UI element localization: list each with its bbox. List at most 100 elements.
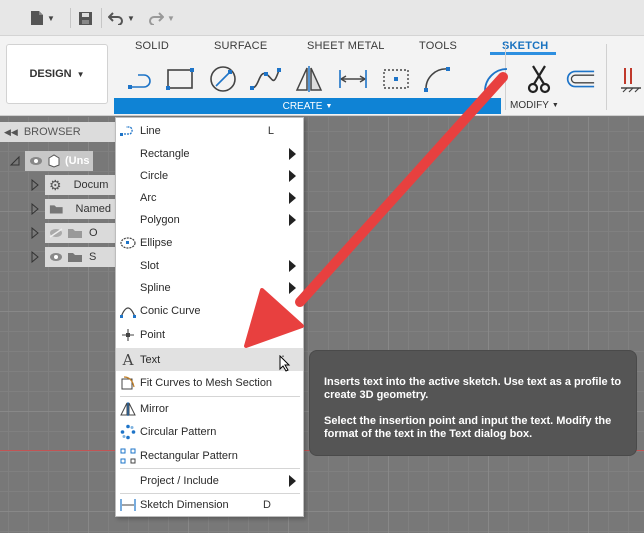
folder-icon — [68, 253, 82, 262]
tree-row-sketches[interactable]: S — [28, 247, 115, 267]
submenu-arrow-icon — [289, 214, 296, 226]
menu-item-slot[interactable]: Slot — [116, 255, 303, 277]
eye-hidden-icon[interactable] — [49, 228, 63, 238]
tree-row-label: Named — [75, 203, 111, 215]
eye-icon[interactable] — [29, 156, 43, 166]
undo-button[interactable]: ▼ — [108, 8, 135, 28]
menu-item-conic-curve[interactable]: Conic Curve — [116, 300, 303, 322]
dimension-tool-button[interactable] — [336, 63, 370, 95]
menu-item-label: Rectangular Pattern — [140, 450, 238, 462]
menu-item-rectangular-pattern[interactable]: Rectangular Pattern — [116, 445, 303, 467]
tooltip-instructions: Select the insertion point and input the… — [324, 415, 612, 440]
submenu-arrow-icon — [289, 170, 296, 182]
undo-icon — [108, 12, 123, 25]
redo-button[interactable]: ▼ — [148, 8, 175, 28]
arc-tool-button[interactable] — [421, 63, 455, 95]
spline-tool-button[interactable] — [248, 63, 282, 95]
menu-item-label: Arc — [140, 192, 157, 204]
extend-tool-button[interactable] — [562, 63, 596, 95]
menu-item-point[interactable]: Point — [116, 324, 303, 346]
circle-tool-button[interactable] — [206, 63, 240, 95]
expand-triangle-icon[interactable] — [8, 154, 22, 168]
chevron-down-icon: ▼ — [325, 102, 333, 110]
menu-item-line[interactable]: Line L — [116, 120, 303, 142]
trim-tool-button[interactable] — [522, 63, 556, 95]
scissors-icon — [527, 65, 551, 94]
menu-item-rectangle[interactable]: Rectangle — [116, 143, 303, 165]
browser-header[interactable]: ◀◀ BROWSER — [0, 122, 116, 142]
tree-row-origin[interactable]: O — [28, 223, 115, 243]
separator — [606, 44, 607, 110]
submenu-arrow-icon — [289, 282, 296, 294]
line-icon — [128, 74, 151, 89]
circular-pattern-icon — [119, 423, 137, 441]
eye-icon[interactable] — [49, 252, 63, 262]
browser-title: BROWSER — [23, 126, 81, 138]
constraint-icon — [621, 68, 641, 93]
submenu-arrow-icon — [289, 475, 296, 487]
menu-item-fit-curves[interactable]: Fit Curves to Mesh Section — [116, 372, 303, 394]
text-icon: A — [122, 350, 134, 369]
chevron-down-icon: ▼ — [167, 13, 175, 23]
point-tool-button[interactable] — [379, 63, 413, 95]
mirror-icon — [119, 400, 137, 418]
rectangle-icon — [166, 68, 194, 90]
tree-chip: Named — [45, 199, 115, 219]
expand-triangle-icon[interactable] — [28, 226, 42, 240]
save-icon — [79, 11, 92, 25]
mirror-icon — [295, 66, 323, 92]
tab-sheet-metal[interactable]: SHEET METAL — [307, 40, 385, 52]
menu-separator — [120, 396, 300, 397]
menu-item-label: Circle — [140, 170, 169, 182]
menu-item-arc[interactable]: Arc — [116, 187, 303, 209]
rectangle-tool-button[interactable] — [163, 63, 197, 95]
menu-item-label: Point — [140, 329, 166, 341]
tree-row-named-views[interactable]: Named — [28, 199, 115, 219]
tree-chip: (Uns — [25, 151, 94, 171]
constraint-tool-button[interactable] — [614, 63, 644, 95]
expand-triangle-icon[interactable] — [28, 178, 42, 192]
menu-item-polygon[interactable]: Polygon — [116, 209, 303, 231]
tree-row-label: Docum — [73, 179, 109, 191]
tab-solid[interactable]: SOLID — [135, 40, 169, 52]
workspace-switcher[interactable]: DESIGN ▼ — [6, 44, 108, 104]
tree-chip: O — [45, 223, 115, 243]
save-button[interactable] — [78, 8, 93, 28]
menu-item-label: Conic Curve — [140, 305, 201, 317]
collapse-icon[interactable]: ◀◀ — [4, 127, 18, 138]
menu-item-text[interactable]: A Text ⋮ — [116, 348, 303, 372]
redo-icon — [149, 12, 164, 25]
tooltip-description: Inserts text into the active sketch. Use… — [324, 376, 622, 401]
menu-item-ellipse[interactable]: Ellipse — [116, 232, 303, 254]
circle-icon — [210, 66, 236, 92]
offset-tool-button[interactable] — [479, 63, 513, 95]
chevron-down-icon: ▼ — [76, 69, 85, 79]
create-label: CREATE — [282, 100, 323, 112]
menu-item-spline[interactable]: Spline — [116, 277, 303, 299]
menu-item-project-include[interactable]: Project / Include — [116, 470, 303, 492]
menu-item-sketch-dimension[interactable]: Sketch Dimension D — [116, 494, 303, 516]
mirror-tool-button[interactable] — [292, 63, 326, 95]
tree-row-document-settings[interactable]: ⚙ Docum — [28, 175, 115, 195]
shortcut-key: D — [263, 499, 271, 511]
separator — [70, 8, 71, 28]
menu-item-circle[interactable]: Circle — [116, 165, 303, 187]
menu-item-label: Line — [140, 125, 161, 137]
menu-item-circular-pattern[interactable]: Circular Pattern — [116, 421, 303, 443]
tab-tools[interactable]: TOOLS — [419, 40, 457, 52]
expand-triangle-icon[interactable] — [28, 250, 42, 264]
file-menu-button[interactable]: ▼ — [30, 8, 55, 28]
tab-sketch[interactable]: SKETCH — [502, 40, 548, 52]
text-tool-tooltip: Inserts text into the active sketch. Use… — [309, 350, 637, 456]
submenu-arrow-icon — [289, 192, 296, 204]
rectangular-pattern-icon — [119, 447, 137, 465]
tab-surface[interactable]: SURFACE — [214, 40, 267, 52]
line-tool-button[interactable] — [124, 63, 158, 95]
submenu-arrow-icon — [289, 260, 296, 272]
menu-item-mirror[interactable]: Mirror — [116, 398, 303, 420]
tree-row-root[interactable]: (Uns — [8, 151, 94, 171]
modify-panel-dropdown[interactable]: MODIFY ▼ — [510, 100, 559, 111]
create-panel-dropdown[interactable]: CREATE ▼ — [114, 98, 501, 114]
expand-triangle-icon[interactable] — [28, 202, 42, 216]
create-dropdown-menu: Line L Rectangle Circle Arc Polygon Elli… — [115, 117, 304, 517]
